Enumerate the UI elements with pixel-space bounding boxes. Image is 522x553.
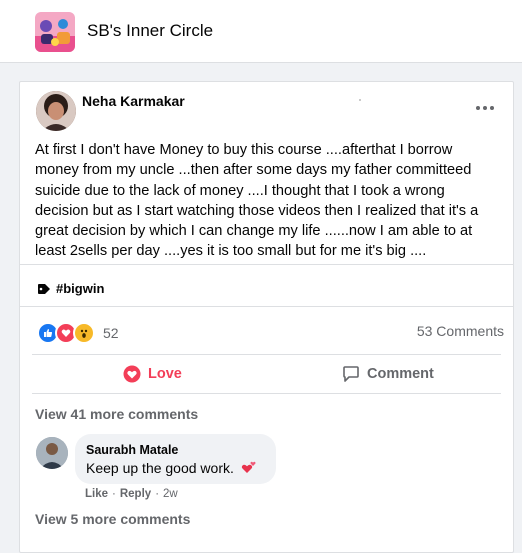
comment-bubble: Saurabh Matale Keep up the good work. [75, 434, 276, 484]
wow-icon [73, 322, 95, 344]
group-header: SB's Inner Circle [0, 0, 522, 63]
comment-button[interactable]: Comment [342, 365, 434, 383]
comment-actions: Like · Reply · 2w [85, 488, 178, 500]
more-dot-icon [476, 106, 480, 110]
love-button[interactable]: Love [123, 365, 182, 383]
view-more-comments-top[interactable]: View 41 more comments [35, 406, 198, 422]
comment-text-body: Keep up the good work. [86, 460, 234, 476]
divider [32, 354, 501, 355]
divider [20, 306, 513, 307]
more-options-button[interactable] [473, 98, 497, 118]
love-label: Love [148, 366, 182, 382]
separator-dot [359, 99, 361, 101]
separator-dot: · [112, 488, 116, 500]
group-logo[interactable] [35, 12, 75, 52]
tag-label: #bigwin [56, 281, 105, 296]
comment-icon [343, 366, 359, 382]
more-dot-icon [490, 106, 494, 110]
comment-like-link[interactable]: Like [85, 488, 108, 500]
comment-author-name[interactable]: Saurabh Matale [86, 443, 178, 457]
separator-dot: · [155, 488, 160, 500]
comment-timestamp[interactable]: 2w [163, 488, 178, 500]
comment-text: Keep up the good work. [86, 460, 257, 476]
more-dot-icon [483, 106, 487, 110]
divider [20, 264, 513, 265]
post-card: Neha Karmakar At first I don't have Mone… [19, 81, 514, 553]
post-body-text: At first I don't have Money to buy this … [35, 142, 479, 260]
group-title[interactable]: SB's Inner Circle [87, 21, 213, 41]
comment-reply-link[interactable]: Reply [120, 488, 151, 500]
divider [32, 393, 501, 394]
comment-label: Comment [367, 366, 434, 382]
love-icon [123, 365, 141, 383]
view-more-comments-bottom[interactable]: View 5 more comments [35, 511, 190, 527]
tag-icon [38, 283, 50, 294]
reaction-count: 52 [103, 325, 119, 341]
reaction-summary[interactable]: 52 [37, 322, 119, 344]
post-author-name[interactable]: Neha Karmakar [82, 93, 185, 109]
author-avatar[interactable] [36, 91, 76, 131]
post-tag[interactable]: #bigwin [37, 281, 104, 296]
comment-count[interactable]: 53 Comments [417, 323, 504, 339]
two-hearts-icon [241, 461, 256, 473]
commenter-avatar[interactable] [36, 437, 68, 469]
